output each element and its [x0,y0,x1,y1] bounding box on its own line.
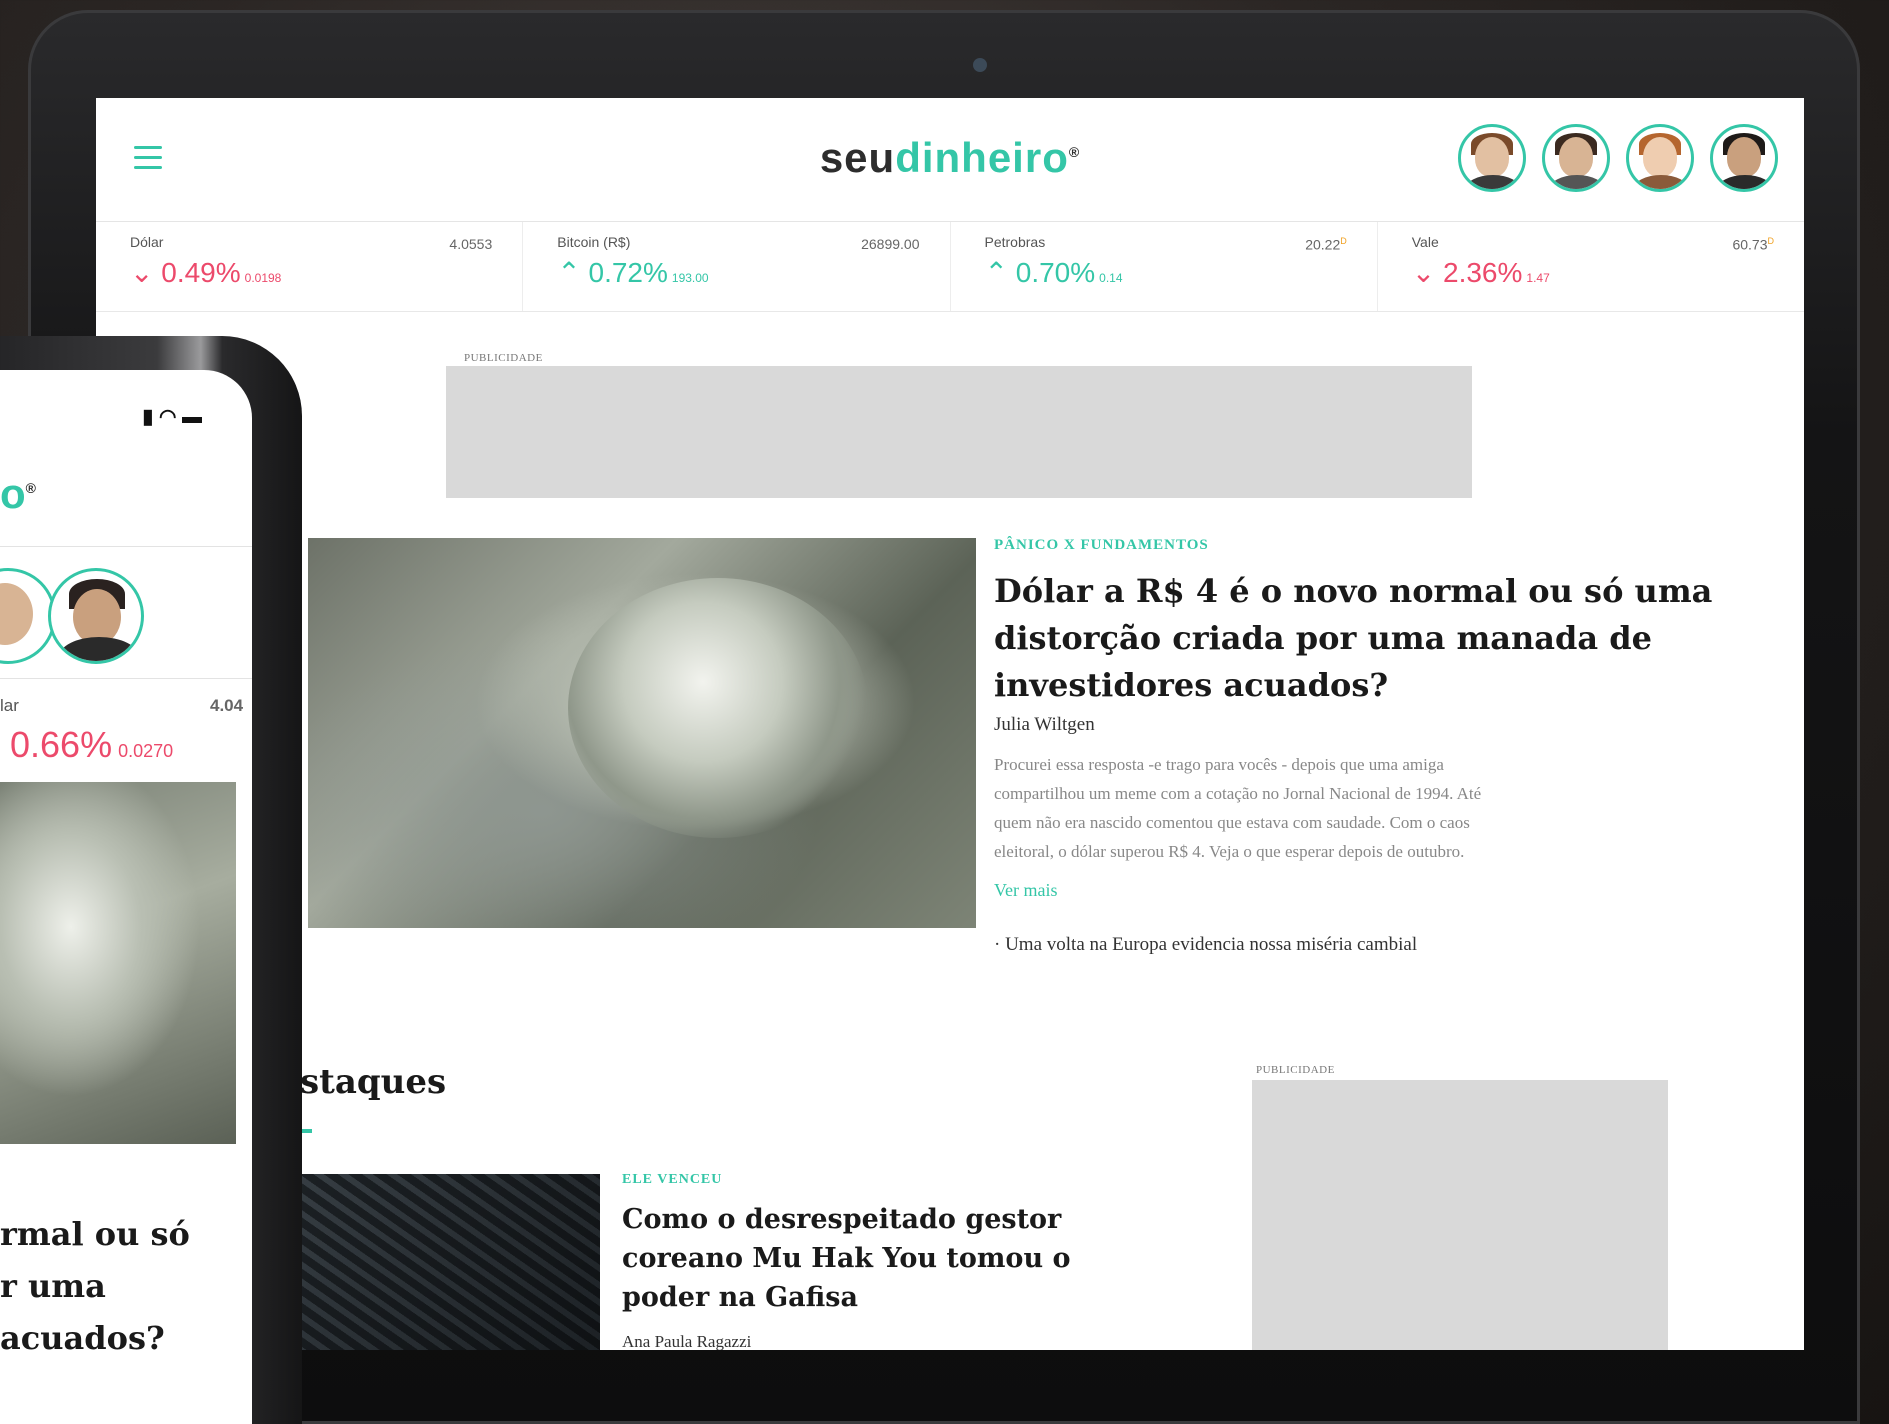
logo-mark: ® [1068,144,1081,160]
market-ticker: Dólar 4.0553 ⌄ 0.49% 0.0198 Bitcoin (R$) … [96,222,1804,312]
signal-icon: ▮ [142,406,154,428]
ticker-change: ⌃ 0.70% 0.14 [984,257,1123,288]
highlight-headline[interactable]: Como o desrespeitado gestor coreano Mu H… [622,1200,1070,1317]
highlight-thumbnail[interactable] [296,1174,600,1350]
ticker-item[interactable]: Bitcoin (R$) 26899.00 ⌃ 0.72% 193.00 [523,222,951,311]
ticker-name: Dólar [130,234,164,250]
ticker-change: ⌄ 0.49% 0.0198 [130,257,282,288]
ticker-change: ⌃ 0.72% 193.00 [557,257,709,288]
webcam [973,58,987,72]
battery-icon: ▬ [182,406,202,428]
ad-banner-top[interactable] [446,366,1472,498]
arrow-up-icon: ⌃ [984,257,1008,288]
featured-author[interactable]: Julia Wiltgen [994,714,1095,736]
featured-image[interactable] [0,782,236,1144]
logo-part-1: seu [819,134,896,181]
columnist-avatar-4[interactable] [1710,124,1778,192]
read-more-link[interactable]: Ver mais [994,880,1057,901]
divider [0,546,252,547]
phone-headline[interactable]: rmal ou só r uma acuados? [0,1208,190,1364]
phone-logo[interactable]: o® [0,470,36,518]
divider [0,678,252,679]
ticker-change: ⌄ 2.36% 1.47 [1411,257,1550,288]
ticker-item[interactable]: Petrobras 20.22D ⌃ 0.70% 0.14 [951,222,1378,311]
ticker-item[interactable]: Dólar 4.0553 ⌄ 0.49% 0.0198 [96,222,524,311]
columnist-avatar-2[interactable] [1542,124,1610,192]
ticker-name: Petrobras [984,234,1046,250]
highlight-author[interactable]: Ana Paula Ragazzi [622,1332,751,1350]
columnist-avatar[interactable] [48,568,144,664]
arrow-down-icon: ⌄ [1411,257,1436,288]
featured-image[interactable] [308,538,976,928]
featured-excerpt: Procurei essa resposta -e trago para voc… [994,755,1482,861]
ticker-name: lar [0,696,19,715]
ad-label: PUBLICIDADE [1256,1064,1335,1076]
ticker-change: 0.66% 0.0270 [10,724,174,765]
featured-kicker[interactable]: PÂNICO X FUNDAMENTOS [994,537,1209,554]
site-header: seudinheiro® [96,98,1804,222]
ad-banner-side[interactable] [1252,1080,1668,1350]
arrow-up-icon: ⌃ [557,257,581,288]
related-article-link[interactable]: · Uma volta na Europa evidencia nossa mi… [994,934,1417,956]
featured-headline[interactable]: Dólar a R$ 4 é o novo normal ou só uma d… [994,568,1712,709]
ticker-name: Vale [1411,234,1439,250]
ticker-price: 60.73D [1732,236,1774,253]
columnist-avatar-3[interactable] [1626,124,1694,192]
ticker-price: 20.22D [1305,236,1347,253]
ticker-price: 4.0553 [449,236,493,252]
ad-label: PUBLICIDADE [464,352,543,364]
ticker-price: 4.04 [210,696,244,715]
status-bar-icons: ▮ ◠ ▬ [142,404,202,429]
logo-part-2: dinheiro [895,134,1069,181]
highlight-kicker[interactable]: ELE VENCEU [622,1172,722,1188]
ticker-item[interactable]: Vale 60.73D ⌄ 2.36% 1.47 [1378,222,1804,311]
wifi-icon: ◠ [158,406,177,428]
section-title: staques [300,1062,447,1102]
phone-screen: ▮ ◠ ▬ o® lar 4.04 0.66% 0.0270 rmal ou só… [0,370,252,1424]
columnist-avatars [1458,124,1778,192]
laptop-screen: seudinheiro® Dólar 4.0553 ⌄ 0.49% 0.0198 … [96,98,1804,1350]
arrow-down-icon: ⌄ [130,257,154,288]
ticker-price: 26899.00 [861,236,920,252]
columnist-avatar-1[interactable] [1458,124,1526,192]
